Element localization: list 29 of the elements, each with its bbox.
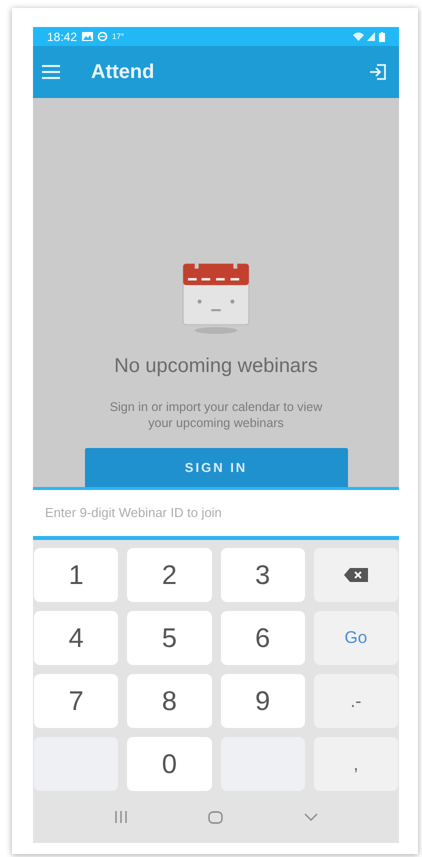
- digit-key[interactable]: 8: [127, 674, 212, 728]
- symbol-key[interactable]: ,: [314, 737, 398, 791]
- digit-key[interactable]: 9: [220, 674, 305, 728]
- app-title: Attend: [91, 60, 156, 85]
- digit-key[interactable]: 5: [127, 611, 212, 665]
- empty-state-message: Sign in or import your calendar to view your upcoming webinars: [108, 399, 324, 432]
- back-icon[interactable]: [304, 813, 318, 821]
- digit-key[interactable]: 6: [220, 611, 305, 665]
- battery-icon: [379, 32, 385, 42]
- sign-in-icon[interactable]: [367, 61, 389, 83]
- image-icon: [82, 32, 94, 41]
- backspace-key[interactable]: [314, 548, 398, 602]
- digit-key[interactable]: 2: [127, 548, 212, 602]
- time-text: 18:42: [47, 28, 78, 46]
- empty-state-title: No upcoming webinars: [114, 354, 318, 380]
- digit-key[interactable]: 7: [34, 674, 118, 728]
- backspace-icon: [344, 568, 368, 582]
- digit-key[interactable]: 4: [34, 611, 118, 665]
- digit-key[interactable]: 0: [127, 737, 212, 791]
- temperature-text: 17°: [112, 30, 124, 42]
- digit-key[interactable]: 3: [220, 548, 305, 602]
- wifi-icon: [353, 32, 364, 41]
- home-icon[interactable]: [208, 810, 222, 824]
- symbol-key[interactable]: .-: [314, 674, 398, 728]
- notification-icon: [97, 32, 108, 41]
- recent-apps-icon[interactable]: [114, 811, 126, 823]
- signal-icon: [367, 32, 375, 41]
- digit-key[interactable]: 1: [34, 548, 118, 602]
- webinar-id-field[interactable]: Enter 9-digit Webinar ID to join: [45, 503, 387, 523]
